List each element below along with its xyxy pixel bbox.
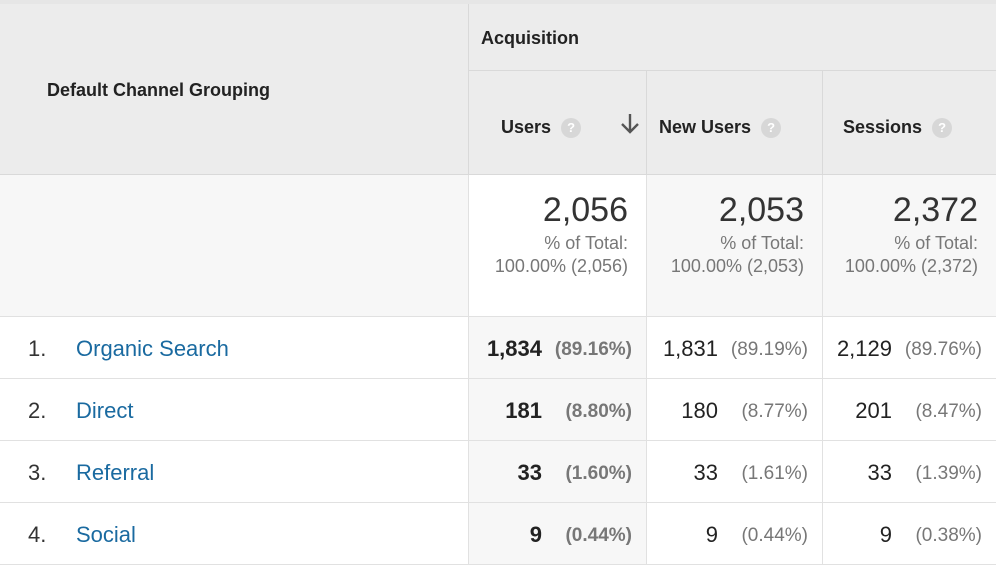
new-users-pct: (8.77%) — [741, 401, 808, 422]
column-header-sessions-label: Sessions — [843, 117, 923, 137]
channel-cell: 3. Referral — [0, 441, 469, 502]
totals-sessions: 2,372 % of Total: 100.00% (2,372) — [823, 175, 996, 317]
users-pct: (89.16%) — [554, 339, 632, 360]
new-users-value: 33 — [693, 460, 718, 485]
sessions-pct: (1.39%) — [915, 463, 982, 484]
table-row: 3. Referral 33 (1.60%) 33 (1.61%) 33 (1.… — [0, 441, 996, 503]
sessions-value: 2,129 — [836, 336, 892, 361]
new-users-value: 9 — [705, 522, 718, 547]
help-icon[interactable]: ? — [932, 117, 953, 138]
help-icon[interactable]: ? — [561, 117, 582, 138]
help-icon[interactable]: ? — [761, 117, 782, 138]
users-pct: (0.44%) — [565, 525, 632, 546]
sessions-cell: 201 (8.47%) — [823, 379, 996, 440]
table-row: 2. Direct 181 (8.80%) 180 (8.77%) 201 (8… — [0, 379, 996, 441]
sessions-value: 201 — [855, 398, 892, 423]
new-users-cell: 1,831 (89.19%) — [647, 317, 823, 378]
totals-users-pct: 100.00% (2,056) — [494, 256, 628, 276]
table-row: 1. Organic Search 1,834 (89.16%) 1,831 (… — [0, 317, 996, 379]
sessions-value: 9 — [879, 522, 892, 547]
totals-new-users-pct: 100.00% (2,053) — [670, 256, 804, 276]
row-rank: 4. — [28, 522, 47, 547]
row-rank: 3. — [28, 460, 47, 485]
users-value: 33 — [517, 460, 542, 485]
new-users-pct: (1.61%) — [741, 463, 808, 484]
channel-cell: 1. Organic Search — [0, 317, 469, 378]
users-value: 1,834 — [486, 336, 542, 361]
new-users-value: 1,831 — [662, 336, 718, 361]
acquisition-group-label: Acquisition — [481, 28, 579, 48]
new-users-cell: 9 (0.44%) — [647, 503, 823, 564]
sessions-pct: (8.47%) — [915, 401, 982, 422]
new-users-cell: 180 (8.77%) — [647, 379, 823, 440]
new-users-cell: 33 (1.61%) — [647, 441, 823, 502]
row-rank: 2. — [28, 398, 47, 423]
totals-new-users-label: % of Total: — [720, 233, 804, 253]
totals-label-cell — [0, 175, 469, 317]
channel-link-direct[interactable]: Direct — [76, 398, 133, 424]
column-header-users-title: Users ? — [501, 117, 582, 138]
column-header-new-users[interactable]: New Users ? — [647, 71, 823, 175]
table-grid: Default Channel Grouping Acquisition Use… — [0, 4, 996, 566]
table-row: 4. Social 9 (0.44%) 9 (0.44%) 9 (0.38%) — [0, 503, 996, 565]
channel-link-social[interactable]: Social — [76, 522, 136, 548]
users-cell: 181 (8.80%) — [469, 379, 647, 440]
users-pct: (8.80%) — [565, 401, 632, 422]
sort-descending-icon[interactable] — [619, 111, 641, 137]
users-value: 181 — [505, 398, 542, 423]
channel-link-organic-search[interactable]: Organic Search — [76, 336, 229, 362]
sessions-pct: (0.38%) — [915, 525, 982, 546]
sessions-cell: 2,129 (89.76%) — [823, 317, 996, 378]
column-header-users-label: Users — [501, 117, 552, 137]
totals-sessions-pct: 100.00% (2,372) — [844, 256, 978, 276]
totals-sessions-label: % of Total: — [894, 233, 978, 253]
channel-cell: 2. Direct — [0, 379, 469, 440]
column-header-users[interactable]: Users ? — [469, 71, 647, 175]
sessions-cell: 9 (0.38%) — [823, 503, 996, 564]
column-header-new-users-label: New Users — [659, 117, 752, 137]
users-cell: 33 (1.60%) — [469, 441, 647, 502]
dimension-header: Default Channel Grouping — [0, 4, 469, 175]
totals-users: 2,056 % of Total: 100.00% (2,056) — [469, 175, 647, 317]
totals-sessions-value: 2,372 — [892, 191, 978, 229]
totals-users-label: % of Total: — [544, 233, 628, 253]
users-cell: 1,834 (89.16%) — [469, 317, 647, 378]
sessions-pct: (89.76%) — [904, 339, 982, 360]
sessions-cell: 33 (1.39%) — [823, 441, 996, 502]
column-header-sessions-title: Sessions ? — [843, 117, 953, 138]
channel-cell: 4. Social — [0, 503, 469, 564]
report-table: Default Channel Grouping Acquisition Use… — [0, 0, 996, 566]
totals-new-users: 2,053 % of Total: 100.00% (2,053) — [647, 175, 823, 317]
acquisition-group-header: Acquisition — [469, 4, 996, 71]
sessions-value: 33 — [867, 460, 892, 485]
new-users-value: 180 — [681, 398, 718, 423]
column-header-new-users-title: New Users ? — [659, 117, 782, 138]
new-users-pct: (89.19%) — [730, 339, 808, 360]
totals-users-value: 2,056 — [542, 191, 628, 229]
totals-new-users-value: 2,053 — [718, 191, 804, 229]
channel-link-referral[interactable]: Referral — [76, 460, 154, 486]
users-cell: 9 (0.44%) — [469, 503, 647, 564]
new-users-pct: (0.44%) — [741, 525, 808, 546]
dimension-header-label: Default Channel Grouping — [47, 80, 270, 100]
row-rank: 1. — [28, 336, 47, 361]
users-value: 9 — [529, 522, 542, 547]
column-header-sessions[interactable]: Sessions ? — [823, 71, 996, 175]
users-pct: (1.60%) — [565, 463, 632, 484]
